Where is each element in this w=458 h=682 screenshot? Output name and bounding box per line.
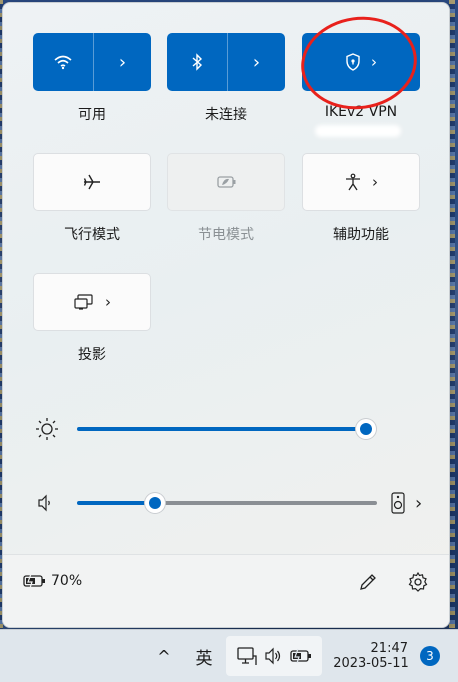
chevron-right-icon: › (118, 51, 127, 73)
network-icon (237, 647, 257, 665)
show-hidden-icons-button[interactable]: ^ (152, 630, 176, 682)
audio-output-button[interactable]: › (391, 492, 422, 514)
chevron-right-icon: › (372, 173, 378, 191)
battery-percentage: 70% (51, 573, 83, 589)
chevron-right-icon: › (105, 293, 111, 311)
gear-icon (408, 571, 428, 592)
airplane-mode-tile[interactable] (33, 153, 151, 211)
brightness-icon (35, 417, 59, 445)
input-method-indicator[interactable]: 英 (188, 630, 220, 682)
battery-saver-icon (217, 176, 236, 188)
accessibility-tile[interactable]: › (302, 153, 420, 211)
cast-tile[interactable]: › (33, 273, 151, 331)
pencil-icon (360, 574, 376, 590)
volume-icon (265, 647, 281, 665)
volume-track-empty (153, 501, 377, 505)
notification-center-button[interactable]: 3 (418, 630, 442, 682)
quick-settings-panel: › 可用 › 未连接 › IKEv2 VPN 飞行模式 节电模式 › 辅助功能 … (2, 2, 450, 628)
brightness-slider[interactable] (77, 417, 377, 441)
system-tray-group[interactable] (226, 636, 322, 676)
notification-badge: 3 (420, 646, 440, 666)
cast-label: 投影 (78, 347, 106, 363)
settings-button[interactable] (407, 571, 429, 597)
speaker-icon[interactable] (37, 494, 55, 516)
bluetooth-expand-button[interactable]: › (227, 33, 285, 91)
volume-thumb[interactable] (145, 493, 165, 513)
wifi-expand-button[interactable]: › (93, 33, 151, 91)
battery-saver-tile[interactable] (167, 153, 285, 211)
battery-charging-icon (23, 573, 45, 589)
cast-icon (74, 294, 93, 310)
wifi-icon (54, 55, 72, 70)
brightness-thumb[interactable] (356, 419, 376, 439)
clock-date: 2023-05-11 (333, 656, 409, 671)
bluetooth-label: 未连接 (205, 107, 247, 123)
wifi-toggle[interactable] (33, 33, 93, 91)
ime-label: 英 (195, 648, 213, 669)
speaker-device-icon (391, 492, 405, 514)
accessibility-label: 辅助功能 (333, 227, 389, 243)
battery-saver-label: 节电模式 (198, 227, 254, 243)
airplane-icon (83, 174, 100, 190)
volume-track-filled (77, 501, 153, 505)
chevron-up-icon: ^ (157, 646, 171, 666)
airplane-mode-label: 飞行模式 (64, 227, 120, 243)
wifi-tile[interactable]: › (33, 33, 151, 91)
clock[interactable]: 21:47 2023-05-11 (330, 630, 412, 682)
chevron-right-icon: › (252, 51, 261, 73)
bluetooth-icon (192, 53, 203, 71)
edit-button[interactable] (357, 571, 379, 597)
volume-slider[interactable] (77, 491, 377, 515)
taskbar: ^ 英 21:47 2023-05-11 3 (0, 629, 458, 682)
accessibility-icon (346, 173, 360, 191)
clock-time: 21:47 (370, 641, 408, 656)
bluetooth-toggle[interactable] (167, 33, 227, 91)
quick-settings-footer: 70% (3, 554, 449, 627)
red-annotation-circle (295, 9, 423, 117)
battery-icon (290, 648, 311, 664)
battery-status[interactable]: 70% (23, 573, 82, 589)
chevron-right-icon: › (415, 492, 423, 514)
brightness-track (77, 427, 367, 431)
vpn-sublabel-redacted (315, 125, 401, 137)
wifi-label: 可用 (78, 107, 106, 123)
bluetooth-tile[interactable]: › (167, 33, 285, 91)
